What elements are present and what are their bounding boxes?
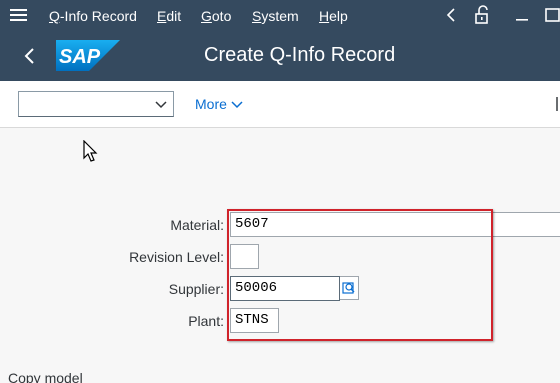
unlock-icon[interactable] bbox=[473, 5, 491, 31]
svg-text:SAP: SAP bbox=[59, 46, 101, 68]
minimize-icon[interactable] bbox=[515, 5, 529, 31]
menu-goto[interactable]: Goto bbox=[201, 8, 231, 24]
more-button[interactable]: More bbox=[195, 96, 243, 112]
menu-bar: Q-Info Record Edit Goto System Help bbox=[0, 0, 560, 31]
menu-icon[interactable] bbox=[10, 9, 27, 22]
more-button-label: More bbox=[195, 96, 227, 112]
toolbar: More bbox=[0, 81, 560, 128]
back-icon[interactable] bbox=[22, 44, 38, 68]
menu-system[interactable]: System bbox=[252, 8, 299, 24]
chevron-down-icon bbox=[155, 101, 167, 109]
menu-edit[interactable]: Edit bbox=[157, 8, 181, 24]
more-chevron-down-icon bbox=[231, 101, 243, 109]
toolbar-overflow-edge bbox=[556, 97, 558, 111]
highlight-box bbox=[227, 209, 493, 341]
copy-model-section-title: Copy model bbox=[8, 370, 83, 383]
menu-q-info-record[interactable]: Q-Info Record bbox=[49, 8, 137, 24]
mouse-cursor-icon bbox=[83, 140, 98, 162]
revision-level-label: Revision Level: bbox=[129, 249, 224, 265]
collapse-left-icon[interactable] bbox=[445, 5, 457, 31]
plant-label: Plant: bbox=[188, 313, 224, 329]
material-label: Material: bbox=[170, 217, 224, 233]
title-bar: SAP Create Q-Info Record bbox=[0, 31, 560, 81]
page-title: Create Q-Info Record bbox=[204, 44, 396, 66]
maximize-icon[interactable] bbox=[545, 5, 560, 31]
sap-logo: SAP bbox=[56, 40, 120, 71]
supplier-label: Supplier: bbox=[168, 281, 224, 297]
toolbar-dropdown[interactable] bbox=[18, 91, 174, 117]
menu-help[interactable]: Help bbox=[319, 8, 348, 24]
